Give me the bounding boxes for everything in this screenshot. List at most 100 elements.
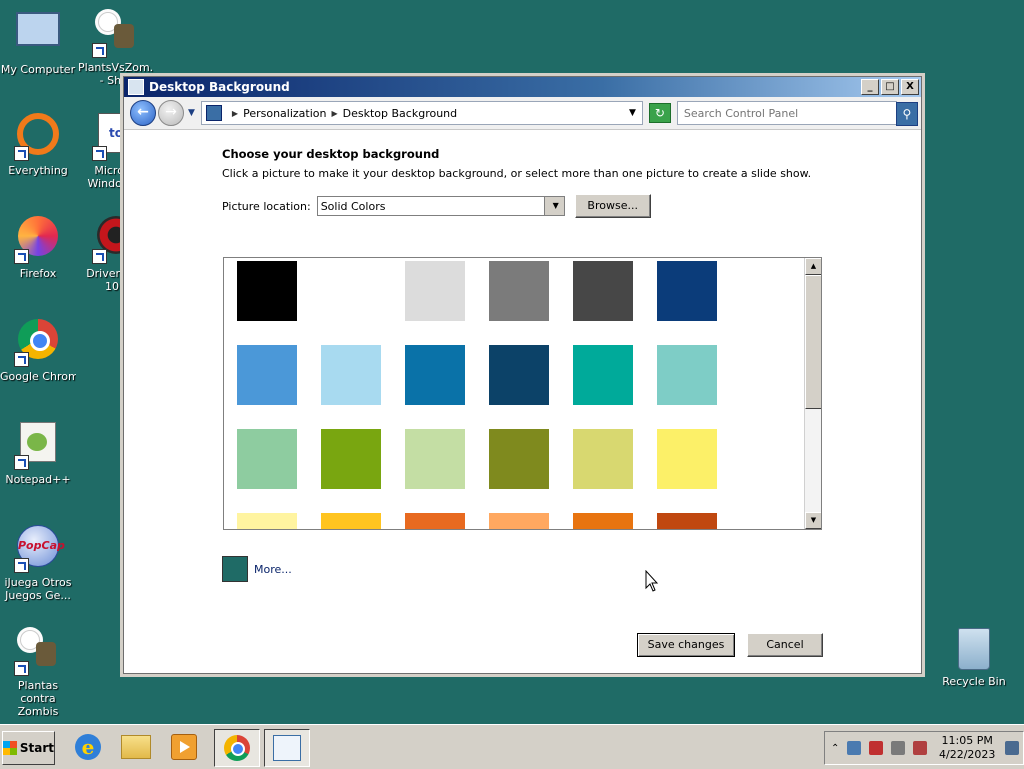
picture-location-label: Picture location:	[222, 199, 311, 213]
chevron-right-icon[interactable]: ▶	[232, 109, 238, 118]
shortcut-arrow-icon	[14, 146, 29, 161]
breadcrumb-personalization[interactable]: Personalization	[243, 107, 326, 120]
taskbar-media-player[interactable]	[162, 729, 206, 765]
color-swatch[interactable]	[573, 345, 633, 405]
color-swatch[interactable]	[237, 429, 297, 489]
scroll-up-arrow-icon[interactable]: ▲	[805, 258, 821, 275]
scroll-down-arrow-icon[interactable]: ▼	[805, 512, 821, 529]
chrome-icon	[14, 319, 62, 367]
color-swatch[interactable]	[405, 345, 465, 405]
firefox-icon	[14, 216, 62, 264]
desktop-icon-label: Notepad++	[5, 473, 71, 486]
browse-button[interactable]: Browse...	[574, 194, 651, 218]
search-input[interactable]	[677, 105, 876, 121]
control-panel-icon	[128, 79, 144, 95]
desktop-icon-plantas-contra-zombis[interactable]: Plantas contra Zombis	[0, 626, 76, 718]
color-swatch[interactable]	[321, 513, 381, 529]
color-swatch[interactable]	[321, 345, 381, 405]
popcap-icon: PopCap	[14, 525, 65, 573]
desktop-icon-google-chrome[interactable]: Google Chrome	[0, 317, 76, 383]
color-swatch[interactable]	[573, 261, 633, 321]
refresh-button[interactable]: ↻	[648, 103, 671, 123]
current-color-swatch[interactable]	[222, 556, 248, 582]
color-swatch[interactable]	[321, 261, 381, 321]
maximize-button[interactable]: □	[881, 79, 899, 95]
save-changes-button[interactable]: Save changes	[637, 633, 735, 657]
desktop-icon-notepad-plus-plus[interactable]: Notepad++	[0, 420, 76, 486]
color-swatch[interactable]	[489, 429, 549, 489]
scrollbar-thumb[interactable]	[805, 275, 821, 409]
color-swatch[interactable]	[321, 429, 381, 489]
vertical-scrollbar[interactable]: ▲ ▼	[804, 258, 821, 529]
network-status-icon[interactable]	[891, 741, 906, 755]
color-swatch[interactable]	[489, 261, 549, 321]
address-bar: ← → ▼ ▶ Personalization ▶ Desktop Backgr…	[124, 97, 921, 130]
desktop-icon-popcap-games[interactable]: PopCap iJuega Otros Juegos Ge...	[0, 523, 76, 602]
notepad-plus-plus-icon	[14, 422, 62, 470]
chevron-down-icon[interactable]: ▼	[543, 197, 564, 215]
taskbar-file-explorer[interactable]	[114, 729, 158, 765]
search-field[interactable]: ⚲	[676, 101, 918, 126]
clock[interactable]: 11:05 PM 4/22/2023	[939, 734, 995, 762]
shortcut-arrow-icon	[92, 146, 107, 161]
start-button[interactable]: Start	[2, 731, 55, 765]
color-swatch[interactable]	[657, 429, 717, 489]
desktop-icon-firefox[interactable]: Firefox	[0, 214, 76, 280]
desktop-icon-my-computer[interactable]: My Computer	[0, 8, 76, 76]
show-hidden-icons-icon[interactable]: ⌃	[831, 743, 839, 754]
color-swatch[interactable]	[405, 261, 465, 321]
color-swatch[interactable]	[237, 261, 297, 321]
action-center-flag-icon[interactable]	[869, 741, 884, 755]
desktop-icon-label: iJuega Otros Juegos Ge...	[4, 576, 72, 602]
color-swatch[interactable]	[489, 345, 549, 405]
color-swatch[interactable]	[657, 345, 717, 405]
color-swatch[interactable]	[405, 429, 465, 489]
close-button[interactable]: X	[901, 79, 919, 95]
back-button[interactable]: ←	[130, 100, 156, 126]
recycle-bin-icon	[958, 628, 990, 670]
taskbar-google-chrome[interactable]	[214, 729, 260, 767]
color-swatch[interactable]	[657, 513, 717, 529]
folder-icon	[121, 735, 151, 759]
breadcrumb-desktop-background[interactable]: Desktop Background	[343, 107, 458, 120]
color-swatch-list: ▲ ▼	[223, 257, 822, 530]
page-description: Click a picture to make it your desktop …	[222, 167, 812, 180]
color-swatch[interactable]	[237, 513, 297, 529]
recent-pages-dropdown[interactable]: ▼	[188, 108, 195, 118]
window-title: Desktop Background	[149, 80, 290, 94]
minimize-button[interactable]: _	[861, 79, 879, 95]
desktop-icon-everything[interactable]: Everything	[0, 111, 76, 177]
taskbar-internet-explorer[interactable]: e	[66, 729, 110, 765]
media-player-icon	[171, 734, 197, 760]
color-swatch[interactable]	[657, 261, 717, 321]
clock-time: 11:05 PM	[941, 734, 993, 747]
search-icon[interactable]: ⚲	[895, 102, 918, 126]
desktop-icon-recycle-bin[interactable]: Recycle Bin	[938, 628, 1010, 688]
forward-button[interactable]: →	[158, 100, 184, 126]
chevron-down-icon[interactable]: ▼	[629, 108, 636, 118]
everything-icon	[14, 113, 62, 161]
network-icon[interactable]	[847, 741, 862, 755]
desktop-icon-label: Recycle Bin	[942, 675, 1006, 688]
more-colors-row: More...	[222, 556, 292, 582]
chevron-right-icon[interactable]: ▶	[331, 109, 337, 118]
plants-vs-zombies-icon	[14, 628, 62, 676]
color-swatch[interactable]	[573, 429, 633, 489]
shortcut-arrow-icon	[14, 352, 29, 367]
desktop-icon-label: Firefox	[19, 267, 57, 280]
picture-location-select[interactable]: Solid Colors ▼	[316, 196, 565, 216]
more-colors-link[interactable]: More...	[254, 563, 292, 576]
title-bar[interactable]: Desktop Background _ □ X	[124, 77, 921, 97]
internet-explorer-icon: e	[75, 734, 101, 760]
windows-logo-icon	[3, 741, 17, 755]
taskbar-control-panel[interactable]	[264, 729, 310, 767]
cancel-button[interactable]: Cancel	[747, 633, 823, 657]
volume-muted-icon[interactable]	[913, 741, 928, 755]
color-swatch[interactable]	[405, 513, 465, 529]
color-swatch[interactable]	[237, 345, 297, 405]
show-desktop-icon[interactable]	[1005, 741, 1019, 755]
breadcrumb[interactable]: ▶ Personalization ▶ Desktop Background ▼	[200, 101, 643, 125]
color-swatch[interactable]	[489, 513, 549, 529]
color-swatch[interactable]	[573, 513, 633, 529]
shortcut-arrow-icon	[14, 455, 29, 470]
